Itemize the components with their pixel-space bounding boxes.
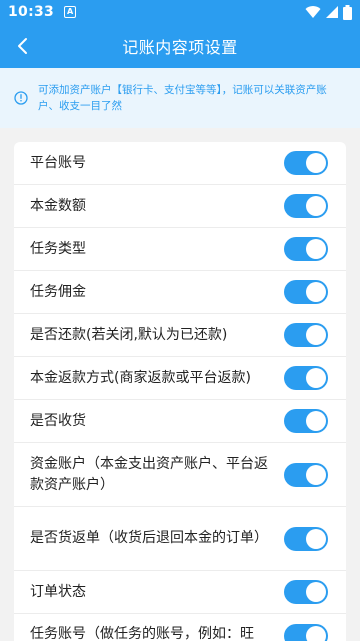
toggle-knob xyxy=(306,582,326,602)
tip-text: 可添加资产账户【银行卡、支付宝等等】，记账可以关联资产账户、收支一目了然 xyxy=(38,84,327,112)
setting-toggle[interactable] xyxy=(284,194,328,218)
status-bar: 10:33 A xyxy=(0,0,360,24)
toggle-knob xyxy=(306,196,326,216)
info-icon xyxy=(14,91,28,105)
setting-row: 订单状态 xyxy=(14,571,346,614)
setting-row: 是否货返单（收货后退回本金的订单） xyxy=(14,507,346,571)
toggle-knob xyxy=(306,464,326,485)
toggle-knob xyxy=(306,153,326,173)
setting-label: 是否收货 xyxy=(30,412,86,429)
toggle-knob xyxy=(306,626,326,641)
setting-toggle[interactable] xyxy=(284,624,328,641)
setting-label: 资金账户（本金支出资产账户、平台返款资产账户） xyxy=(30,455,268,493)
setting-row: 任务账号（做任务的账号，例如：旺 xyxy=(14,614,346,641)
setting-row: 任务佣金 xyxy=(14,271,346,314)
setting-toggle[interactable] xyxy=(284,409,328,433)
toggle-knob xyxy=(306,239,326,259)
setting-label: 平台账号 xyxy=(30,154,86,171)
toggle-knob xyxy=(306,411,326,431)
setting-label: 任务账号（做任务的账号，例如：旺 xyxy=(30,626,254,641)
setting-toggle[interactable] xyxy=(284,237,328,261)
setting-toggle[interactable] xyxy=(284,462,328,487)
setting-toggle[interactable] xyxy=(284,280,328,304)
toggle-knob xyxy=(306,325,326,345)
setting-label: 订单状态 xyxy=(30,583,86,600)
setting-row: 是否收货 xyxy=(14,400,346,443)
settings-list: 平台账号 本金数额 任务类型 任务佣金 是否还款(若关闭,默认为已还款) 本金返… xyxy=(14,142,346,641)
setting-row: 是否还款(若关闭,默认为已还款) xyxy=(14,314,346,357)
status-icons xyxy=(305,4,352,20)
setting-row: 任务类型 xyxy=(14,228,346,271)
setting-label: 本金返款方式(商家返款或平台返款) xyxy=(30,369,251,386)
status-time: 10:33 xyxy=(8,4,55,20)
toggle-knob xyxy=(306,528,326,549)
setting-row: 资金账户（本金支出资产账户、平台返款资产账户） xyxy=(14,443,346,507)
page-title: 记账内容项设置 xyxy=(122,38,238,57)
setting-label: 任务类型 xyxy=(30,240,86,257)
signal-icon xyxy=(326,6,338,18)
header-bar: 记账内容项设置 xyxy=(0,24,360,68)
setting-toggle[interactable] xyxy=(284,323,328,347)
notification-icon: A xyxy=(64,6,77,18)
setting-toggle[interactable] xyxy=(284,366,328,390)
info-tip: 可添加资产账户【银行卡、支付宝等等】，记账可以关联资产账户、收支一目了然 xyxy=(0,68,360,128)
setting-row: 本金数额 xyxy=(14,185,346,228)
setting-toggle[interactable] xyxy=(284,526,328,551)
setting-toggle[interactable] xyxy=(284,151,328,175)
toggle-knob xyxy=(306,282,326,302)
wifi-icon xyxy=(305,6,321,19)
setting-toggle[interactable] xyxy=(284,580,328,604)
back-arrow-icon[interactable] xyxy=(12,34,36,58)
setting-row: 平台账号 xyxy=(14,142,346,185)
setting-row: 本金返款方式(商家返款或平台返款) xyxy=(14,357,346,400)
setting-label: 是否货返单（收货后退回本金的订单） xyxy=(30,530,268,546)
battery-icon xyxy=(343,4,352,20)
setting-label: 是否还款(若关闭,默认为已还款) xyxy=(30,326,228,343)
setting-label: 任务佣金 xyxy=(30,283,86,300)
setting-label: 本金数额 xyxy=(30,197,86,214)
toggle-knob xyxy=(306,368,326,388)
